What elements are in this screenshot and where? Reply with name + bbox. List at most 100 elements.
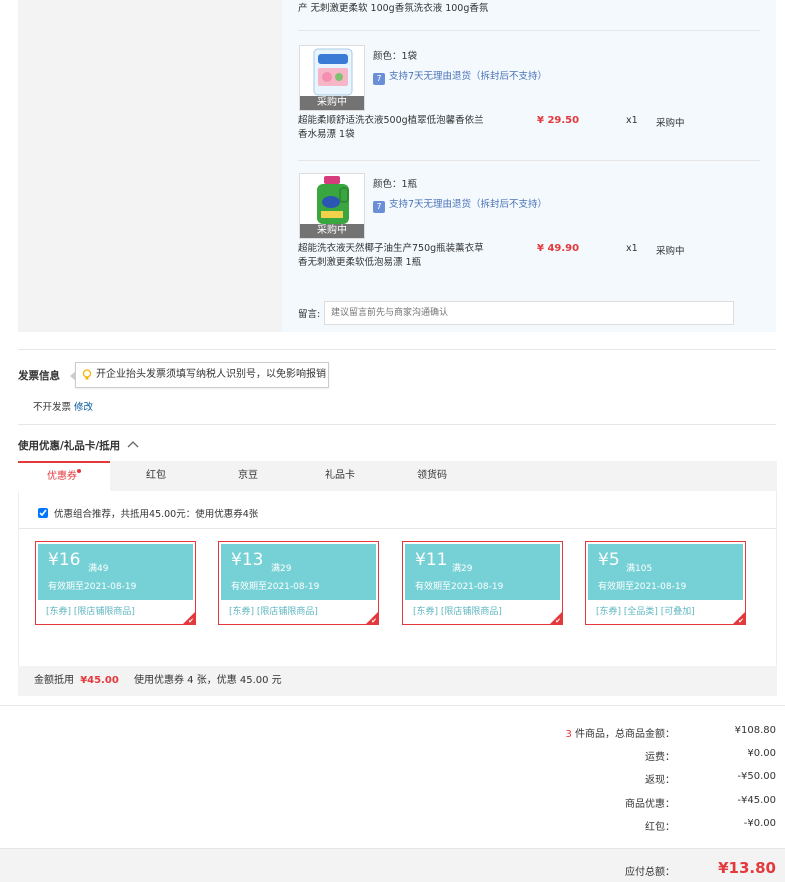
tab-coupons[interactable]: 优惠券 xyxy=(18,461,110,491)
item-name[interactable]: 超能柔顺舒适洗衣液500g植翠低泡馨香依兰 香水易漂 1袋 xyxy=(298,114,498,142)
coupon-card[interactable]: ¥11 满29 有效期至2021-08-19 [东券] [限店铺限商品] ✔ xyxy=(402,541,563,625)
coupon-condition: 满49 xyxy=(88,564,109,574)
purchasing-tag: 采购中 xyxy=(300,96,364,110)
item-color-label: 颜色：1瓶 xyxy=(373,179,418,190)
coupon-recommend[interactable]: 优惠组合推荐，共抵用45.00元：使用优惠券4张 xyxy=(38,506,258,520)
discount-title[interactable]: 使用优惠/礼品卡/抵用 xyxy=(18,438,139,453)
tab-red-packets[interactable]: 红包 xyxy=(110,461,202,491)
coupon-face: ¥16 满49 有效期至2021-08-19 xyxy=(38,544,193,600)
deduct-label: 金额抵用 xyxy=(34,675,74,686)
invoice-status: 不开发票 修改 xyxy=(33,399,93,413)
item-status: 采购中 xyxy=(656,118,685,129)
coupon-amount: ¥13 xyxy=(231,550,264,570)
return-service-text: 支持7天无理由退货（拆封后不支持） xyxy=(389,71,548,82)
coupon-tags: [东券] [限店铺限商品] xyxy=(413,607,502,617)
goods-count: 3 xyxy=(565,729,572,740)
tab-label: 礼品卡 xyxy=(325,470,355,481)
recommend-text: 优惠组合推荐，共抵用45.00元：使用优惠券4张 xyxy=(54,509,259,520)
tab-gift-card[interactable]: 礼品卡 xyxy=(294,461,386,491)
item-divider xyxy=(298,160,760,161)
coupon-condition: 满105 xyxy=(626,564,653,574)
memo-label: 留言: xyxy=(298,309,321,320)
cashback-label: 返现： xyxy=(645,775,675,786)
summary-row-goods-discount: 商品优惠： -¥45.00 xyxy=(0,795,785,810)
item-qty: x1 xyxy=(626,115,638,126)
check-icon: ✔ xyxy=(555,617,561,625)
cashback-value: -¥50.00 xyxy=(737,771,776,782)
chevron-up-icon xyxy=(127,441,139,448)
summary-row-shipping: 运费： ¥0.00 xyxy=(0,748,785,763)
lightbulb-icon xyxy=(82,369,92,380)
item-status: 采购中 xyxy=(656,246,685,257)
section-divider xyxy=(18,424,776,425)
section-divider xyxy=(18,349,776,350)
coupon-card[interactable]: ¥5 满105 有效期至2021-08-19 [东券] [全品类] [可叠加] … xyxy=(585,541,746,625)
item-service[interactable]: 7 支持7天无理由退货（拆封后不支持） xyxy=(373,196,547,213)
item-name-line: 超能柔顺舒适洗衣液500g植翠低泡馨香依兰 xyxy=(298,115,484,126)
tab-label: 红包 xyxy=(146,470,166,481)
discount-tabs: 优惠券 红包 京豆 礼品卡 领货码 xyxy=(18,461,777,491)
goods-total: ¥108.80 xyxy=(734,725,776,736)
coupon-face: ¥11 满29 有效期至2021-08-19 xyxy=(405,544,560,600)
goods-discount-label: 商品优惠： xyxy=(625,799,675,810)
item-desc-continued: 产 无刺激更柔软 100g香氛洗衣液 100g香氛 xyxy=(298,3,489,14)
shipping-label: 运费： xyxy=(645,752,675,763)
coupon-face: ¥5 满105 有效期至2021-08-19 xyxy=(588,544,743,600)
return-service-icon: 7 xyxy=(373,73,385,85)
summary-row-cashback: 返现： -¥50.00 xyxy=(0,771,785,786)
detergent-pouch-icon xyxy=(313,48,353,96)
coupon-date: 有效期至2021-08-19 xyxy=(598,582,687,592)
payable-value: ¥13.80 xyxy=(718,859,776,877)
coupon-date: 有效期至2021-08-19 xyxy=(48,582,137,592)
recommend-checkbox[interactable] xyxy=(38,508,48,518)
return-service-text: 支持7天无理由退货（拆封后不支持） xyxy=(389,199,548,210)
item-name[interactable]: 超能洗衣液天然椰子油生产750g瓶装薰衣草 香无刺激更柔软低泡易漂 1瓶 xyxy=(298,242,498,270)
item-name-line: 香水易漂 1袋 xyxy=(298,129,355,140)
section-divider xyxy=(0,705,785,706)
deduct-value: ¥45.00 xyxy=(80,675,119,686)
memo-input[interactable] xyxy=(324,301,734,325)
return-service-icon: 7 xyxy=(373,201,385,213)
check-icon: ✔ xyxy=(188,617,194,625)
payable-bar: 应付总额： ¥13.80 xyxy=(0,848,785,882)
coupon-date: 有效期至2021-08-19 xyxy=(231,582,320,592)
tab-pickup-code[interactable]: 领货码 xyxy=(386,461,478,491)
item-qty: x1 xyxy=(626,243,638,254)
coupon-card[interactable]: ¥16 满49 有效期至2021-08-19 [东券] [限店铺限商品] ✔ xyxy=(35,541,196,625)
invoice-title: 发票信息 xyxy=(18,370,60,382)
item-service[interactable]: 7 支持7天无理由退货（拆封后不支持） xyxy=(373,68,547,85)
order-left-pane xyxy=(18,0,282,332)
coupon-tags: [东券] [全品类] [可叠加] xyxy=(596,607,695,617)
product-image[interactable]: 采购中 xyxy=(299,173,365,239)
tab-jd-beans[interactable]: 京豆 xyxy=(202,461,294,491)
summary-row-goods: 3 件商品，总商品金额： ¥108.80 xyxy=(0,725,785,740)
invoice-tip: 开企业抬头发票须填写纳税人识别号，以免影响报销 xyxy=(70,362,329,388)
payable-label: 应付总额： xyxy=(625,867,675,878)
coupon-face: ¥13 满29 有效期至2021-08-19 xyxy=(221,544,376,600)
coupon-divider xyxy=(19,528,776,529)
coupon-tags: [东券] [限店铺限商品] xyxy=(229,607,318,617)
item-divider xyxy=(298,30,760,31)
coupon-card[interactable]: ¥13 满29 有效期至2021-08-19 [东券] [限店铺限商品] ✔ xyxy=(218,541,379,625)
detergent-bottle-icon xyxy=(317,176,349,224)
redpack-label: 红包： xyxy=(645,822,675,833)
item-price: ¥ 49.90 xyxy=(537,243,580,254)
coupon-amount: ¥5 xyxy=(598,550,620,570)
new-dot-icon xyxy=(77,469,81,473)
invoice-modify-link[interactable]: 修改 xyxy=(74,402,93,413)
coupon-condition: 满29 xyxy=(452,564,473,574)
item-price: ¥ 29.50 xyxy=(537,115,580,126)
goods-discount-value: -¥45.00 xyxy=(737,795,776,806)
coupon-amount: ¥11 xyxy=(415,550,448,570)
product-image[interactable]: 采购中 xyxy=(299,45,365,111)
item-name-line: 香无刺激更柔软低泡易漂 1瓶 xyxy=(298,257,422,268)
purchasing-tag: 采购中 xyxy=(300,224,364,238)
coupon-amount: ¥16 xyxy=(48,550,81,570)
invoice-tip-text: 开企业抬头发票须填写纳税人识别号，以免影响报销 xyxy=(96,369,326,380)
shipping-value: ¥0.00 xyxy=(747,748,776,759)
tab-label: 优惠券 xyxy=(47,471,77,482)
tab-label: 领货码 xyxy=(417,470,447,481)
item-color-label: 颜色：1袋 xyxy=(373,51,418,62)
coupon-tags: [东券] [限店铺限商品] xyxy=(46,607,135,617)
summary-row-redpack: 红包： -¥0.00 xyxy=(0,818,785,833)
